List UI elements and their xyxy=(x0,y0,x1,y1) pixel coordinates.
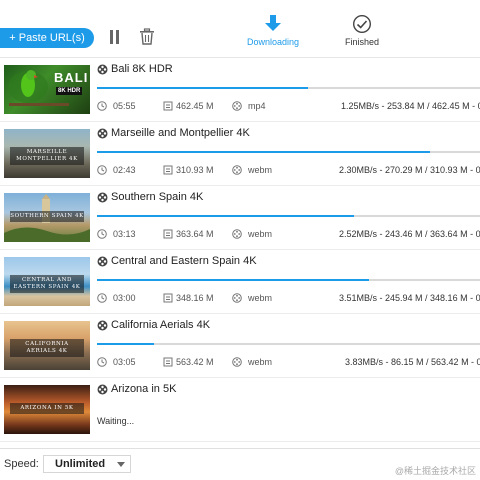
progress-fill xyxy=(97,279,369,281)
duration-text: 03:05 xyxy=(113,357,136,367)
video-title: Bali 8K HDR xyxy=(111,63,173,75)
progress-track xyxy=(97,215,480,217)
download-item[interactable]: Arizona in 5K Arizona in 5K Waiting... xyxy=(0,378,480,442)
film-reel-icon xyxy=(97,192,108,203)
format-text: webm xyxy=(248,165,273,175)
video-title: Central and Eastern Spain 4K xyxy=(111,255,257,267)
tab-finished[interactable]: Finished xyxy=(327,14,397,47)
progress-track xyxy=(97,87,480,89)
speed-select[interactable]: Unlimited xyxy=(43,455,131,473)
thumbnail-title-text: Central and Eastern Spain 4K xyxy=(10,275,84,293)
format-reel-icon xyxy=(232,165,242,175)
clock-icon xyxy=(97,101,107,111)
progress-track xyxy=(97,343,480,345)
video-thumbnail: California Aerials 4K xyxy=(4,321,90,370)
progress-track xyxy=(97,279,480,281)
download-arrow-icon xyxy=(265,15,281,31)
file-size-icon xyxy=(163,357,173,367)
file-size-text: 348.16 M xyxy=(176,293,214,303)
duration-text: 05:55 xyxy=(113,101,136,111)
video-thumbnail: Arizona in 5K xyxy=(4,385,90,434)
transfer-rate-text: 3.83MB/s - 86.15 M / 563.42 M - 02: xyxy=(345,357,480,367)
pause-all-icon[interactable] xyxy=(108,30,122,44)
video-title: Arizona in 5K xyxy=(111,383,177,395)
file-size-icon xyxy=(163,165,173,175)
file-size-text: 462.45 M xyxy=(176,101,214,111)
film-reel-icon xyxy=(97,64,108,75)
video-thumbnail: Central and Eastern Spain 4K xyxy=(4,257,90,306)
bottom-bar: Speed: Unlimited @稀土掘金技术社区 xyxy=(0,448,480,480)
progress-fill xyxy=(97,343,155,345)
watermark-text: @稀土掘金技术社区 xyxy=(394,466,476,476)
waiting-status: Waiting... xyxy=(97,416,135,426)
progress-track xyxy=(97,151,480,153)
film-reel-icon xyxy=(97,384,108,395)
format-text: webm xyxy=(248,229,273,239)
download-item[interactable]: California Aerials 4K California Aerials… xyxy=(0,314,480,378)
file-size-icon xyxy=(163,293,173,303)
duration-text: 03:13 xyxy=(113,229,136,239)
chevron-down-icon xyxy=(117,462,125,467)
thumbnail-title-text: BALI xyxy=(54,70,89,85)
format-text: webm xyxy=(248,293,273,303)
format-reel-icon xyxy=(232,101,242,111)
film-reel-icon xyxy=(97,320,108,331)
download-item[interactable]: Marseille Montpellier 4K Marseille and M… xyxy=(0,122,480,186)
transfer-rate-text: 2.52MB/s - 243.46 M / 363.64 M - 00:3 xyxy=(339,229,480,239)
clock-icon xyxy=(97,229,107,239)
file-size-text: 563.42 M xyxy=(176,357,214,367)
thumbnail-title-text: California Aerials 4K xyxy=(10,339,84,357)
download-item[interactable]: Central and Eastern Spain 4K Central and… xyxy=(0,250,480,314)
trash-icon[interactable] xyxy=(139,28,155,45)
progress-fill xyxy=(97,215,354,217)
thumbnail-title-text: Southern Spain 4K xyxy=(10,211,84,222)
transfer-rate-text: 1.25MB/s - 253.84 M / 462.45 M - 02:2 xyxy=(341,101,480,111)
video-thumbnail: BALI 8K HDR xyxy=(4,65,90,114)
video-title: California Aerials 4K xyxy=(111,319,211,331)
tab-downloading[interactable]: Downloading xyxy=(238,14,308,47)
format-reel-icon xyxy=(232,293,242,303)
format-reel-icon xyxy=(232,357,242,367)
transfer-rate-text: 2.30MB/s - 270.29 M / 310.93 M - 00:0 xyxy=(339,165,480,175)
format-text: webm xyxy=(248,357,273,367)
progress-fill xyxy=(97,87,308,89)
film-reel-icon xyxy=(97,128,108,139)
video-thumbnail: Southern Spain 4K xyxy=(4,193,90,242)
video-title: Southern Spain 4K xyxy=(111,191,204,203)
thumbnail-title-text: Arizona in 5K xyxy=(10,403,84,414)
format-text: mp4 xyxy=(248,101,266,111)
duration-text: 02:43 xyxy=(113,165,136,175)
clock-icon xyxy=(97,293,107,303)
video-title: Marseille and Montpellier 4K xyxy=(111,127,250,139)
file-size-text: 363.64 M xyxy=(176,229,214,239)
file-size-text: 310.93 M xyxy=(176,165,214,175)
transfer-rate-text: 3.51MB/s - 245.94 M / 348.16 M - 00:2 xyxy=(339,293,480,303)
tab-downloading-label: Downloading xyxy=(246,37,300,47)
film-reel-icon xyxy=(97,256,108,267)
video-thumbnail: Marseille Montpellier 4K xyxy=(4,129,90,178)
format-reel-icon xyxy=(232,229,242,239)
thumbnail-title-text: Marseille Montpellier 4K xyxy=(10,147,84,165)
file-size-icon xyxy=(163,101,173,111)
duration-text: 03:00 xyxy=(113,293,136,303)
speed-label: Speed: xyxy=(4,458,39,470)
thumbnail-badge: 8K HDR xyxy=(56,87,83,95)
tab-finished-label: Finished xyxy=(344,37,380,47)
download-item[interactable]: Southern Spain 4K Southern Spain 4K 03:1… xyxy=(0,186,480,250)
download-item[interactable]: BALI 8K HDR Bali 8K HDR 05:55 462.45 M m… xyxy=(0,58,480,122)
clock-icon xyxy=(97,357,107,367)
file-size-icon xyxy=(163,229,173,239)
check-circle-icon xyxy=(352,14,372,34)
clock-icon xyxy=(97,165,107,175)
download-list: BALI 8K HDR Bali 8K HDR 05:55 462.45 M m… xyxy=(0,58,480,448)
paste-urls-button[interactable]: + Paste URL(s) xyxy=(0,28,94,48)
toolbar: + Paste URL(s) Downloading Finished xyxy=(0,0,480,58)
progress-fill xyxy=(97,151,431,153)
speed-value: Unlimited xyxy=(55,458,106,470)
